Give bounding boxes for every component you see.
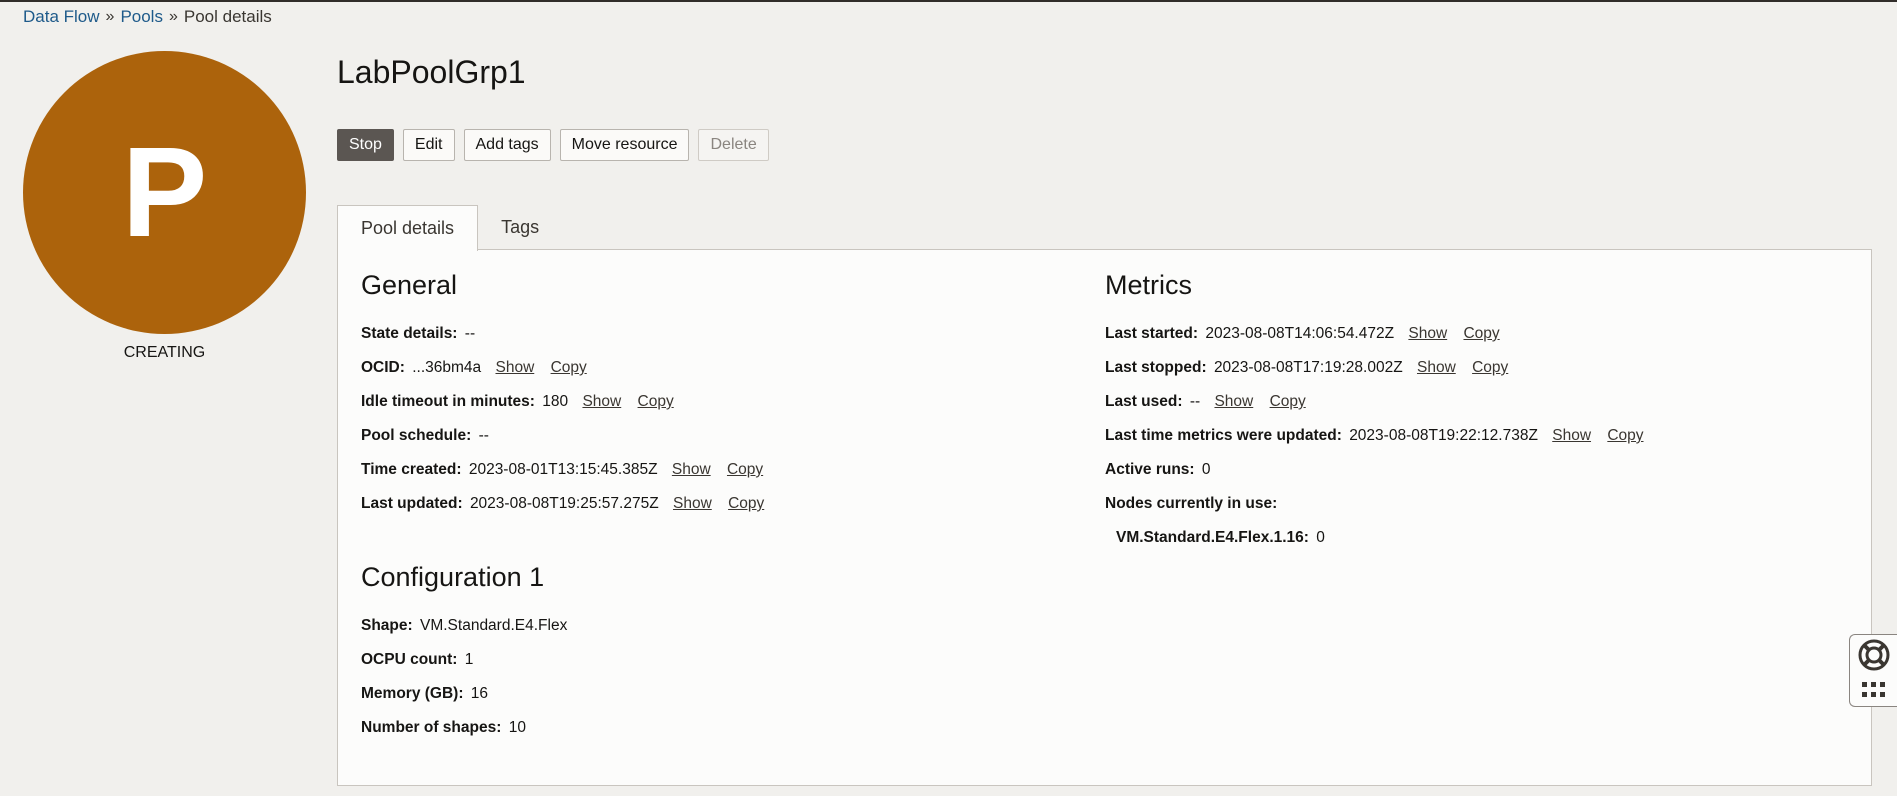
breadcrumb-separator: » [105, 8, 115, 25]
field-label: State details: [361, 325, 458, 342]
field-label: Last time metrics were updated: [1105, 427, 1342, 444]
add-tags-button[interactable]: Add tags [463, 129, 551, 161]
field-value: 16 [470, 685, 489, 702]
copy-link[interactable]: Copy [1472, 359, 1508, 376]
configuration-heading: Configuration 1 [361, 562, 545, 592]
shape-row: Shape: VM.Standard.E4.Flex [361, 609, 567, 643]
show-link[interactable]: Show [672, 461, 711, 478]
last-used-row: Last used: -- Show Copy [1105, 385, 1644, 419]
field-value: 2023-08-08T17:19:28.002Z [1213, 359, 1403, 376]
number-of-shapes-row: Number of shapes: 10 [361, 711, 567, 745]
field-value: 0 [1201, 461, 1211, 478]
field-label: Shape: [361, 617, 413, 634]
resource-avatar: P [23, 51, 306, 334]
field-label: Last started: [1105, 325, 1199, 342]
field-label: VM.Standard.E4.Flex.1.16: [1116, 529, 1309, 546]
breadcrumb-link-data-flow[interactable]: Data Flow [23, 7, 100, 27]
field-value: 2023-08-08T19:22:12.738Z [1349, 427, 1538, 444]
copy-link[interactable]: Copy [551, 359, 587, 376]
field-label: Active runs: [1105, 461, 1195, 478]
field-label: Last used: [1105, 393, 1183, 410]
field-label: Last stopped: [1105, 359, 1207, 376]
help-widget [1849, 634, 1897, 707]
field-label: OCPU count: [361, 651, 458, 668]
general-section: General State details: -- OCID: ...36bm4… [361, 270, 764, 521]
field-value: -- [478, 427, 489, 444]
copy-link[interactable]: Copy [1463, 325, 1499, 342]
field-value: 2023-08-08T19:25:57.275Z [469, 495, 659, 512]
tab-pool-details[interactable]: Pool details [337, 205, 479, 251]
copy-link[interactable]: Copy [1607, 427, 1643, 444]
field-value: 2023-08-01T13:15:45.385Z [468, 461, 658, 478]
field-value: 180 [542, 393, 569, 410]
move-resource-button[interactable]: Move resource [559, 129, 690, 161]
field-value: -- [464, 325, 476, 342]
last-updated-row: Last updated: 2023-08-08T19:25:57.275Z S… [361, 487, 764, 521]
field-value: VM.Standard.E4.Flex [420, 617, 568, 634]
breadcrumb-link-pools[interactable]: Pools [120, 7, 163, 27]
field-value: 1 [464, 651, 474, 668]
field-label: Nodes currently in use: [1105, 495, 1278, 512]
field-label: Pool schedule: [361, 427, 472, 444]
field-label: Memory (GB): [361, 685, 464, 702]
field-value: 10 [508, 719, 526, 736]
ocid-row: OCID: ...36bm4a Show Copy [361, 351, 764, 385]
stop-button[interactable]: Stop [337, 129, 394, 161]
show-link[interactable]: Show [673, 495, 712, 512]
breadcrumb-separator: » [168, 8, 178, 25]
grid-icon[interactable] [1861, 681, 1887, 704]
field-label: Time created: [361, 461, 462, 478]
pool-details-panel: General State details: -- OCID: ...36bm4… [337, 249, 1872, 786]
ocpu-count-row: OCPU count: 1 [361, 643, 567, 677]
copy-link[interactable]: Copy [1270, 393, 1306, 410]
lifecycle-status: CREATING [123, 344, 206, 361]
show-link[interactable]: Show [1214, 393, 1253, 410]
show-link[interactable]: Show [582, 393, 621, 410]
field-label: Idle timeout in minutes: [361, 393, 535, 410]
field-value: -- [1189, 393, 1201, 410]
active-runs-row: Active runs: 0 [1105, 453, 1644, 487]
show-link[interactable]: Show [1417, 359, 1456, 376]
delete-button[interactable]: Delete [698, 129, 769, 161]
configuration-section: Configuration 1 Shape: VM.Standard.E4.Fl… [361, 562, 567, 745]
copy-link[interactable]: Copy [638, 393, 674, 410]
tab-bar: Pool details Tags [337, 205, 562, 251]
action-toolbar: Stop Edit Add tags Move resource Delete [337, 129, 769, 161]
pool-schedule-row: Pool schedule: -- [361, 419, 764, 453]
time-created-row: Time created: 2023-08-01T13:15:45.385Z S… [361, 453, 764, 487]
show-link[interactable]: Show [1408, 325, 1447, 342]
idle-timeout-row: Idle timeout in minutes: 180 Show Copy [361, 385, 764, 419]
page-title: LabPoolGrp1 [337, 54, 526, 90]
metrics-heading: Metrics [1105, 270, 1192, 300]
memory-row: Memory (GB): 16 [361, 677, 567, 711]
tab-tags[interactable]: Tags [478, 205, 562, 250]
metrics-updated-row: Last time metrics were updated: 2023-08-… [1105, 419, 1644, 453]
field-label: OCID: [361, 359, 405, 376]
state-details-row: State details: -- [361, 317, 764, 351]
metrics-section: Metrics Last started: 2023-08-08T14:06:5… [1105, 270, 1644, 555]
copy-link[interactable]: Copy [728, 495, 764, 512]
field-label: Last updated: [361, 495, 463, 512]
field-value: ...36bm4a [412, 359, 482, 376]
node-shape-row: VM.Standard.E4.Flex.1.16: 0 [1105, 521, 1644, 555]
field-value: 2023-08-08T14:06:54.472Z [1205, 325, 1395, 342]
show-link[interactable]: Show [495, 359, 534, 376]
last-stopped-row: Last stopped: 2023-08-08T17:19:28.002Z S… [1105, 351, 1644, 385]
field-label: Number of shapes: [361, 719, 502, 736]
breadcrumb-current: Pool details [183, 7, 272, 26]
copy-link[interactable]: Copy [727, 461, 763, 478]
general-heading: General [361, 270, 458, 300]
nodes-in-use-row: Nodes currently in use: [1105, 487, 1644, 521]
show-link[interactable]: Show [1552, 427, 1591, 444]
avatar-letter: P [121, 120, 208, 264]
field-value: 0 [1316, 529, 1325, 546]
last-started-row: Last started: 2023-08-08T14:06:54.472Z S… [1105, 317, 1644, 351]
breadcrumb: Data Flow » Pools » Pool details [23, 7, 272, 27]
lifebuoy-icon[interactable] [1857, 638, 1891, 677]
edit-button[interactable]: Edit [402, 129, 455, 161]
